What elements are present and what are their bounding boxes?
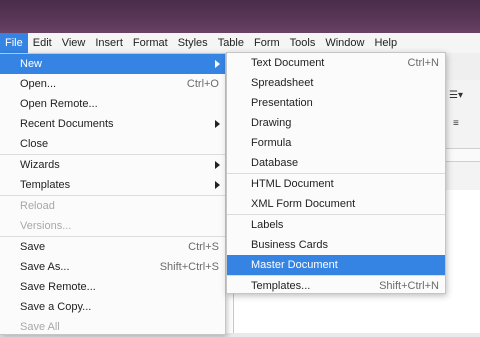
shortcut-text: Shift+Ctrl+N (379, 280, 439, 292)
shortcut-text: Shift+Ctrl+S (159, 261, 219, 273)
menu-item-label: XML Form Document (251, 198, 356, 210)
submenu-arrow-icon (215, 181, 220, 189)
submenu-arrow-icon (215, 161, 220, 169)
menu-item-label: Drawing (251, 117, 292, 129)
shortcut-text: Ctrl+N (407, 57, 439, 69)
file-menu-item-open-remote[interactable]: Open Remote... (0, 94, 225, 114)
align-left-icon[interactable]: ≡ (453, 118, 459, 129)
file-menu-item-new[interactable]: New (0, 54, 225, 74)
ruler (440, 148, 480, 162)
submenu-arrow-icon (215, 120, 220, 128)
menu-item-label: Close (20, 138, 49, 150)
menu-window[interactable]: Window (320, 33, 369, 53)
menu-edit[interactable]: Edit (28, 33, 57, 53)
file-menu-item-save-all: Save All (0, 317, 225, 337)
new-submenu-item-templates[interactable]: Templates... Shift+Ctrl+N (227, 275, 445, 296)
menu-item-label: Templates (20, 179, 71, 191)
menu-item-label: Save (20, 241, 46, 253)
menu-item-label: New (20, 58, 43, 70)
menu-bar: File Edit View Insert Format Styles Table Form T… (0, 33, 480, 54)
menu-item-label: Wizards (20, 159, 60, 171)
menu-item-label: Save a Copy... (20, 301, 92, 313)
shortcut-text: Ctrl+O (186, 78, 219, 90)
menu-item-label: Save As... (20, 261, 70, 273)
submenu-arrow-icon (215, 60, 220, 68)
new-submenu-item-spreadsheet[interactable]: Spreadsheet (227, 73, 445, 93)
menu-item-label: Templates... (251, 280, 311, 292)
menu-tools[interactable]: Tools (285, 33, 321, 53)
menu-insert[interactable]: Insert (90, 33, 128, 53)
new-submenu-item-html-document[interactable]: HTML Document (227, 173, 445, 194)
menu-item-label: Text Document (251, 57, 325, 69)
new-submenu-item-labels[interactable]: Labels (227, 214, 445, 235)
shortcut-text: Ctrl+S (188, 241, 219, 253)
menu-item-label: Save All (20, 321, 60, 333)
menu-item-label: Versions... (20, 220, 72, 232)
menu-item-label: Save Remote... (20, 281, 96, 293)
menu-view[interactable]: View (57, 33, 91, 53)
new-submenu-item-xml-form-document[interactable]: XML Form Document (227, 194, 445, 214)
file-menu-item-versions: Versions... (0, 216, 225, 236)
menu-item-label: Formula (251, 137, 292, 149)
formatting-toolbar-partial: ☰▾ ≡ (440, 80, 480, 190)
new-submenu-item-formula[interactable]: Formula (227, 133, 445, 153)
menu-item-label: Spreadsheet (251, 77, 314, 89)
menu-item-label: HTML Document (251, 178, 334, 190)
menu-format[interactable]: Format (128, 33, 173, 53)
menu-item-label: Open... (20, 78, 57, 90)
menu-item-label: Master Document (251, 259, 338, 271)
file-menu-item-templates[interactable]: Templates (0, 175, 225, 195)
new-submenu: Text Document Ctrl+N Spreadsheet Presentati… (226, 52, 446, 294)
menu-item-label: Open Remote... (20, 98, 98, 110)
menu-item-label: Business Cards (251, 239, 329, 251)
new-submenu-item-presentation[interactable]: Presentation (227, 93, 445, 113)
menu-item-label: Labels (251, 219, 284, 231)
file-menu-item-open[interactable]: Open... Ctrl+O (0, 74, 225, 94)
file-menu-item-close[interactable]: Close (0, 134, 225, 154)
file-menu-item-wizards[interactable]: Wizards (0, 154, 225, 175)
file-menu-item-save-as[interactable]: Save As... Shift+Ctrl+S (0, 257, 225, 277)
file-menu-item-save[interactable]: Save Ctrl+S (0, 236, 225, 257)
menu-file[interactable]: File (0, 33, 28, 53)
new-submenu-item-business-cards[interactable]: Business Cards (227, 235, 445, 255)
file-menu-item-recent-documents[interactable]: Recent Documents (0, 114, 225, 134)
menu-item-label: Database (251, 157, 299, 169)
file-menu-item-save-remote[interactable]: Save Remote... (0, 277, 225, 297)
file-menu-item-save-a-copy[interactable]: Save a Copy... (0, 297, 225, 317)
menu-table[interactable]: Table (213, 33, 249, 53)
menu-styles[interactable]: Styles (173, 33, 213, 53)
file-menu-item-reload: Reload (0, 195, 225, 216)
menu-item-label: Presentation (251, 97, 313, 109)
menu-item-label: Reload (20, 200, 55, 212)
menu-help[interactable]: Help (369, 33, 402, 53)
new-submenu-item-master-document[interactable]: Master Document (227, 255, 445, 275)
new-submenu-item-database[interactable]: Database (227, 153, 445, 173)
menu-item-label: Recent Documents (20, 118, 114, 130)
new-submenu-item-drawing[interactable]: Drawing (227, 113, 445, 133)
menu-form[interactable]: Form (249, 33, 285, 53)
list-icon[interactable]: ☰▾ (449, 90, 463, 101)
file-menu: New Open... Ctrl+O Open Remote... Recent Doc… (0, 53, 226, 335)
window-titlebar (0, 0, 480, 33)
new-submenu-item-text-document[interactable]: Text Document Ctrl+N (227, 53, 445, 73)
